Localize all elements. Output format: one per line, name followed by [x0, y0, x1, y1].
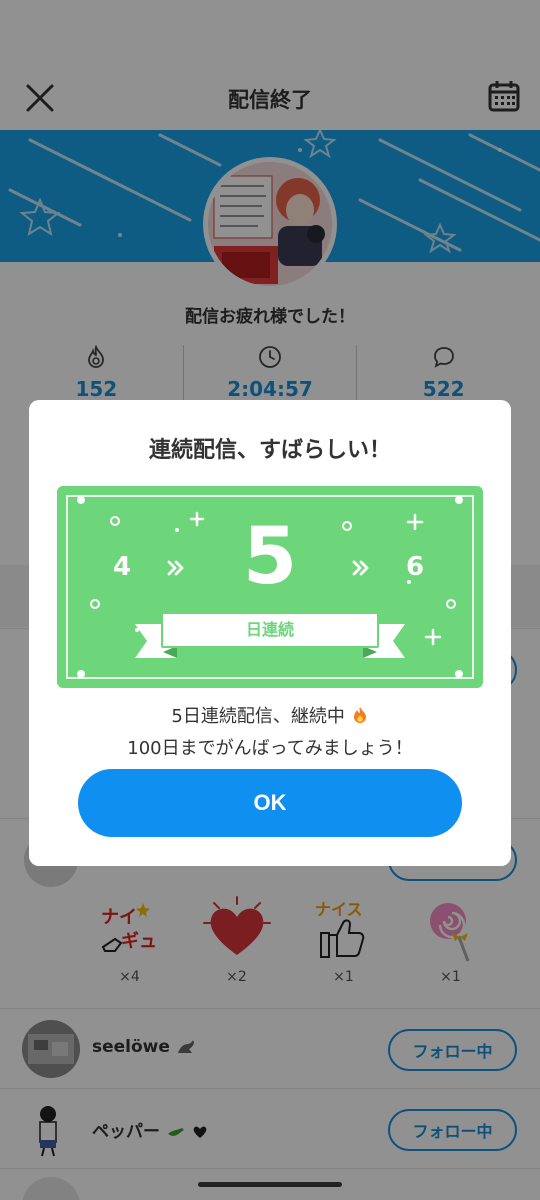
- streak-dialog: 連続配信、すばらしい！ 4 5 6 日連続 5日連続配信、継続中 100日までが…: [29, 400, 511, 866]
- streak-card: 4 5 6 日連続: [57, 486, 483, 688]
- streak-message-line1: 5日連続配信、継続中: [29, 702, 511, 728]
- ok-button[interactable]: OK: [78, 769, 462, 837]
- streak-unit-label: 日連続: [161, 612, 379, 648]
- streak-message-text: 5日連続配信、継続中: [171, 706, 345, 727]
- streak-message-line2: 100日までがんばってみましょう！: [127, 738, 413, 759]
- streak-next-day: 6: [406, 552, 425, 582]
- home-indicator: [198, 1182, 342, 1187]
- fire-emoji-icon: [353, 707, 366, 723]
- dialog-title: 連続配信、すばらしい！: [148, 438, 391, 463]
